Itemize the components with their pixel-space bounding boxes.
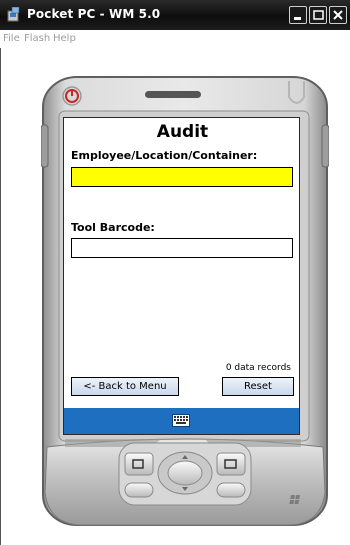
- menu-flash[interactable]: Flash: [24, 33, 50, 44]
- menu-bar: File Flash Help: [0, 30, 350, 48]
- menu-help[interactable]: Help: [53, 33, 76, 44]
- tool-barcode-label: Tool Barcode:: [71, 221, 155, 234]
- pocket-pc-app-icon: [7, 7, 20, 22]
- title-bar[interactable]: Pocket PC - WM 5.0: [0, 0, 350, 30]
- form-title: Audit: [156, 122, 209, 142]
- close-icon: [333, 10, 343, 20]
- back-to-menu-button[interactable]: <- Back to Menu: [71, 377, 179, 396]
- maximize-button[interactable]: [309, 6, 327, 24]
- emulator-window: Pocket PC - WM 5.0 File Flash Help Audit…: [0, 0, 350, 545]
- keyboard-icon[interactable]: [172, 414, 190, 427]
- minimize-icon: [294, 17, 301, 20]
- window-title: Pocket PC - WM 5.0: [27, 7, 161, 21]
- close-button[interactable]: [329, 6, 347, 24]
- window-left-border: [0, 48, 1, 545]
- maximize-icon: [313, 10, 324, 20]
- sip-bar: [64, 408, 299, 434]
- employee-location-container-label: Employee/Location/Container:: [71, 149, 258, 162]
- reset-button[interactable]: Reset: [222, 377, 294, 396]
- tool-barcode-input[interactable]: [71, 238, 293, 258]
- employee-location-container-input[interactable]: [71, 167, 293, 187]
- minimize-button[interactable]: [289, 6, 307, 24]
- device-screen: Audit Employee/Location/Container: Tool …: [63, 117, 300, 435]
- menu-file[interactable]: File: [3, 33, 20, 44]
- data-records-status: 0 data records: [225, 363, 291, 373]
